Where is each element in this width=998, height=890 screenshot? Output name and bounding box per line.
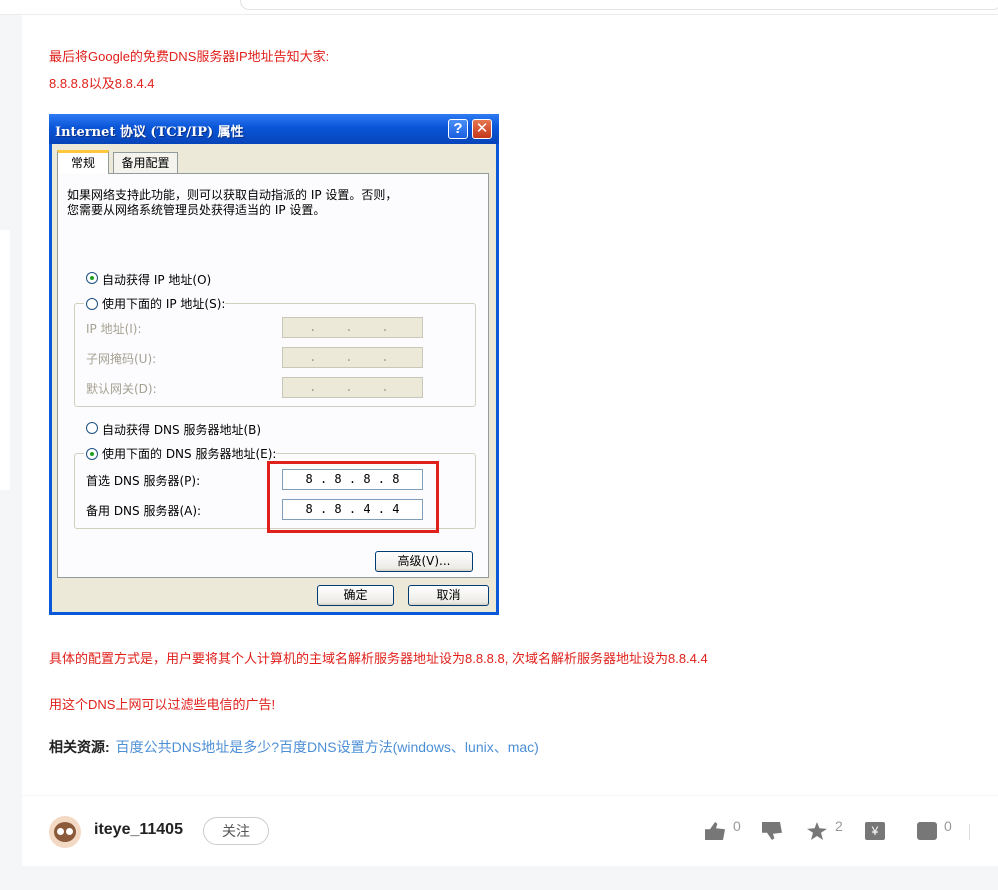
thumbs-up-icon[interactable] xyxy=(705,822,725,840)
radio-auto-dns[interactable] xyxy=(86,422,98,434)
dialog-title: Internet 协议 (TCP/IP) 属性 xyxy=(55,125,244,140)
tab-alternate[interactable]: 备用配置 xyxy=(113,152,178,173)
ip-input[interactable]: . . . xyxy=(282,317,423,338)
red-highlight-box xyxy=(267,461,439,533)
top-bar xyxy=(0,0,998,15)
follow-button[interactable]: 关注 xyxy=(203,817,269,845)
mask-input[interactable]: . . . xyxy=(282,347,423,368)
ip-label: IP 地址(I): xyxy=(86,322,142,336)
radio-manual-ip[interactable] xyxy=(86,298,98,310)
star-icon[interactable] xyxy=(807,822,827,840)
description-line: 您需要从网络系统管理员处获得适当的 IP 设置。 xyxy=(67,203,326,217)
radio-auto-ip[interactable] xyxy=(86,272,98,284)
general-panel: 如果网络支持此功能，则可以获取自动指派的 IP 设置。否则， 您需要从网络系统管… xyxy=(57,173,489,578)
advanced-button[interactable]: 高级(V)... xyxy=(375,551,473,572)
avatar-eye xyxy=(57,828,64,835)
radio-auto-ip-label: 自动获得 IP 地址(O) xyxy=(102,273,212,287)
dns1-label: 首选 DNS 服务器(P): xyxy=(86,474,201,488)
article-text-line: 最后将Google的免费DNS服务器IP地址告知大家: xyxy=(49,49,330,64)
dialog-body: 常规 备用配置 如果网络支持此功能，则可以获取自动指派的 IP 设置。否则， 您… xyxy=(52,144,496,612)
help-icon[interactable]: ? xyxy=(448,119,468,139)
radio-manual-ip-text: 使用下面的 IP 地址(S): xyxy=(102,297,226,311)
thumbs-down-icon[interactable] xyxy=(762,822,782,840)
radio-manual-dns[interactable] xyxy=(86,448,98,460)
radio-manual-dns-text: 使用下面的 DNS 服务器地址(E): xyxy=(102,447,277,461)
cancel-button[interactable]: 取消 xyxy=(408,585,489,606)
related-link[interactable]: 百度公共DNS地址是多少?百度DNS设置方法(windows、lunix、mac… xyxy=(116,739,539,755)
avatar-eye xyxy=(66,828,73,835)
dns2-label: 备用 DNS 服务器(A): xyxy=(86,504,202,518)
comment-icon[interactable] xyxy=(917,822,937,840)
related-resources: 相关资源: 百度公共DNS地址是多少?百度DNS设置方法(windows、luni… xyxy=(49,737,539,757)
close-icon[interactable]: ✕ xyxy=(472,119,492,139)
tcpip-dialog-image: Internet 协议 (TCP/IP) 属性 ? ✕ 常规 备用配置 如果网络… xyxy=(49,114,499,615)
author-toolbar: iteye_11405 关注 0 2 ¥ 0 xyxy=(22,796,998,866)
gateway-label: 默认网关(D): xyxy=(86,382,157,396)
article-text-line: 具体的配置方式是，用户要将其个人计算机的主域名解析服务器地址设为8.8.8.8,… xyxy=(49,651,708,666)
radio-manual-dns-label: 使用下面的 DNS 服务器地址(E): xyxy=(84,445,277,462)
gateway-input[interactable]: . . . xyxy=(282,377,423,398)
reward-icon[interactable]: ¥ xyxy=(865,822,885,840)
comment-count: 0 xyxy=(944,818,952,834)
divider xyxy=(969,824,970,840)
favorite-count: 2 xyxy=(835,818,843,834)
tab-general[interactable]: 常规 xyxy=(57,150,109,174)
related-label: 相关资源: xyxy=(49,739,110,755)
mask-label: 子网掩码(U): xyxy=(86,352,157,366)
avatar[interactable] xyxy=(49,816,81,848)
radio-auto-dns-label: 自动获得 DNS 服务器地址(B) xyxy=(102,423,262,437)
dialog-titlebar: Internet 协议 (TCP/IP) 属性 ? ✕ xyxy=(49,114,499,144)
radio-manual-ip-label: 使用下面的 IP 地址(S): xyxy=(84,295,226,312)
search-bar-edge[interactable] xyxy=(240,0,998,10)
left-sidebar-edge xyxy=(0,230,10,490)
ok-button[interactable]: 确定 xyxy=(317,585,394,606)
article-text-line: 8.8.8.8以及8.8.4.4 xyxy=(49,76,155,91)
article-text-line: 用这个DNS上网可以过滤些电信的广告! xyxy=(49,697,276,712)
author-username[interactable]: iteye_11405 xyxy=(94,821,183,839)
like-count: 0 xyxy=(733,818,741,834)
